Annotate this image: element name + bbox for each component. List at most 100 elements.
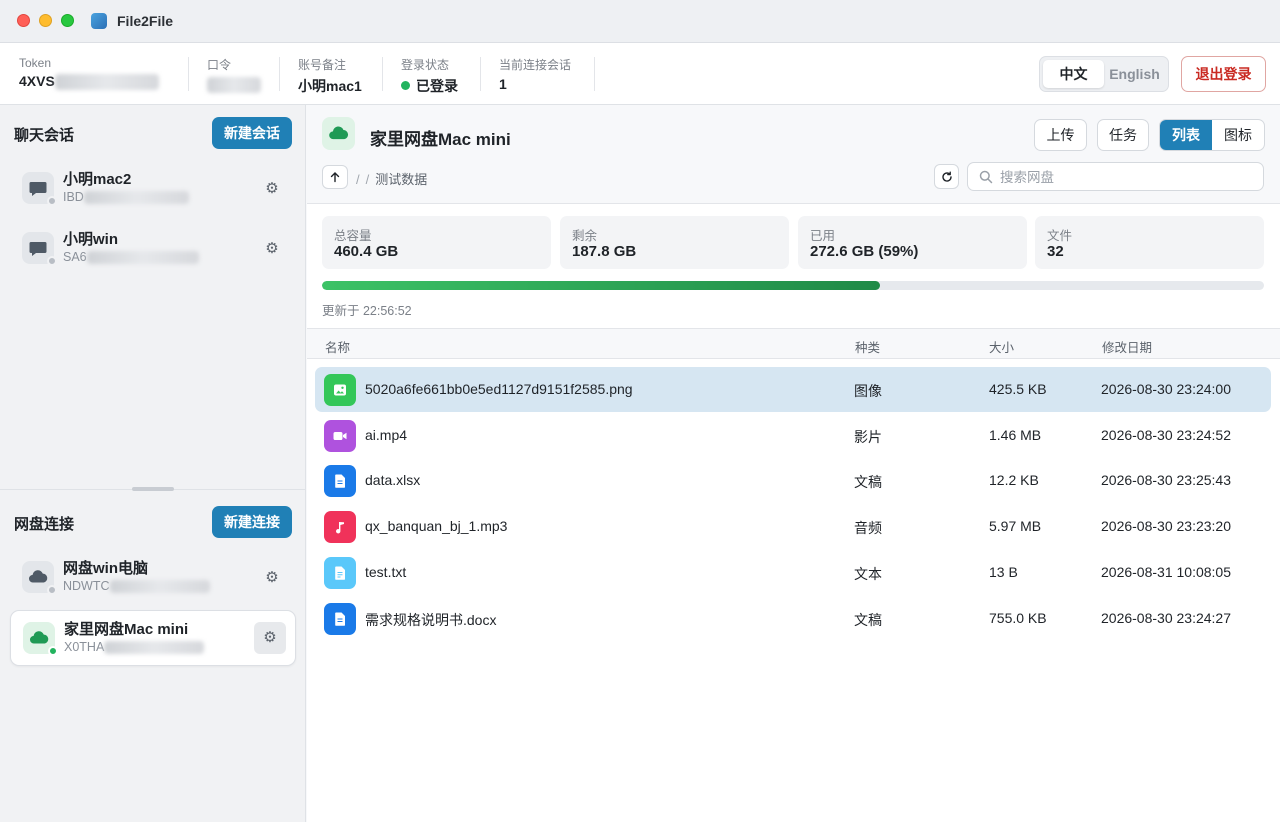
search-box — [967, 162, 1264, 191]
breadcrumb-current-folder[interactable]: 测试数据 — [375, 172, 427, 187]
cloud-icon — [23, 622, 58, 656]
search-input[interactable] — [1000, 167, 1255, 187]
note-value: 小明mac1 — [298, 78, 362, 94]
note-field: 账号备注 小明mac1 — [298, 56, 362, 96]
session-name: 小明mac2 — [63, 171, 132, 188]
cloud-icon — [22, 561, 57, 595]
column-header-name[interactable]: 名称 — [325, 337, 350, 356]
file-modified: 2026-08-31 10:08:05 — [1101, 563, 1231, 580]
chat-session-item[interactable]: 小明win SA6 ⚙ — [10, 221, 296, 277]
header-divider — [594, 57, 595, 91]
gear-icon[interactable]: ⚙ — [258, 175, 286, 203]
drive-connection-item[interactable]: 网盘win电脑 NDWTC ⚙ — [10, 550, 296, 606]
session-id: IBD — [63, 190, 84, 204]
column-header-size[interactable]: 大小 — [989, 337, 1014, 356]
drive-connections-title: 网盘连接 — [14, 516, 75, 533]
id-redaction — [83, 191, 189, 205]
document-icon — [324, 465, 356, 498]
file-kind: 音频 — [854, 520, 882, 537]
logout-button[interactable]: 退出登录 — [1181, 56, 1266, 92]
title-bar: File2File — [0, 0, 1280, 43]
parent-folder-button[interactable] — [322, 165, 348, 189]
tasks-button[interactable]: 任务 — [1097, 119, 1149, 151]
stat-file-count: 文件 32 — [1035, 216, 1264, 269]
new-connection-button[interactable]: 新建连接 — [212, 506, 292, 538]
stat-label: 已用 — [810, 229, 836, 243]
file-size: 5.97 MB — [989, 518, 1042, 535]
connection-id: X0THA — [64, 640, 105, 654]
new-session-button[interactable]: 新建会话 — [212, 117, 292, 149]
file-modified: 2026-08-30 23:24:27 — [1101, 609, 1231, 626]
file-size: 12.2 KB — [989, 472, 1039, 489]
file-row[interactable]: ai.mp4 影片 1.46 MB 2026-08-30 23:24:52 — [315, 413, 1271, 458]
online-status-dot — [401, 81, 410, 90]
grid-view-button[interactable]: 图标 — [1212, 120, 1264, 150]
chat-bubble-icon — [22, 232, 57, 266]
drive-panel: 家里网盘Mac mini 上传 任务 列表 图标 / / 测试数据 总容量 — [307, 105, 1280, 822]
stat-used-space: 已用 272.6 GB (59%) — [798, 216, 1027, 269]
close-window-button[interactable] — [17, 14, 30, 27]
file-row[interactable]: qx_banquan_bj_1.mp3 音频 5.97 MB 2026-08-30 2… — [315, 504, 1271, 549]
connection-id: NDWTC — [63, 579, 110, 593]
view-mode-switch: 列表 图标 — [1159, 119, 1265, 151]
stat-total-capacity: 总容量 460.4 GB — [322, 216, 551, 269]
file-kind: 文稿 — [854, 611, 882, 628]
breadcrumb-separator: / — [356, 172, 360, 187]
column-header-kind[interactable]: 种类 — [855, 337, 880, 356]
resize-handle[interactable] — [132, 487, 174, 491]
arrow-up-icon — [330, 172, 340, 183]
file-kind: 影片 — [854, 428, 882, 445]
chat-bubble-icon — [22, 172, 57, 206]
file-size: 425.5 KB — [989, 381, 1047, 397]
file-name: 需求规格说明书.docx — [365, 611, 497, 628]
drive-connection-item-active[interactable]: 家里网盘Mac mini X0THA ⚙ — [10, 610, 296, 666]
sessions-label: 当前连接会话 — [499, 58, 572, 72]
breadcrumb: / / 测试数据 — [356, 169, 427, 188]
text-file-icon — [324, 556, 356, 589]
refresh-button[interactable] — [934, 164, 959, 189]
zoom-window-button[interactable] — [61, 14, 74, 27]
file-size: 755.0 KB — [989, 609, 1047, 626]
token-value: 4XVS — [19, 73, 55, 89]
gear-icon[interactable]: ⚙ — [258, 235, 286, 263]
storage-usage-bar — [322, 281, 1264, 290]
file-name: test.txt — [365, 563, 407, 580]
file-row[interactable]: 需求规格说明书.docx 文稿 755.0 KB 2026-08-30 23:24:2… — [315, 596, 1271, 641]
file-modified: 2026-08-30 23:25:43 — [1101, 472, 1231, 489]
column-header-modified[interactable]: 修改日期 — [1102, 337, 1152, 356]
file-kind: 文本 — [854, 565, 882, 582]
file-row[interactable]: test.txt 文本 13 B 2026-08-31 10:08:05 — [315, 550, 1271, 595]
file-name: 5020a6fe661bb0e5ed1127d9151f2585.png — [365, 381, 633, 397]
lang-english-button[interactable]: English — [1104, 60, 1165, 88]
file-row[interactable]: 5020a6fe661bb0e5ed1127d9151f2585.png 图像 42… — [315, 367, 1271, 412]
stat-label: 剩余 — [572, 229, 598, 243]
connection-name: 家里网盘Mac mini — [64, 621, 189, 638]
stat-free-space: 剩余 187.8 GB — [560, 216, 789, 269]
header-divider — [279, 57, 280, 91]
lang-chinese-button[interactable]: 中文 — [1043, 60, 1104, 88]
sessions-value: 1 — [499, 76, 507, 92]
password-label: 口令 — [207, 58, 232, 72]
header-divider — [188, 57, 189, 91]
password-redaction — [207, 77, 261, 94]
music-note-icon — [324, 511, 356, 544]
gear-icon[interactable]: ⚙ — [254, 622, 286, 654]
gear-icon[interactable]: ⚙ — [258, 564, 286, 592]
list-view-button[interactable]: 列表 — [1160, 120, 1212, 150]
app-logo-icon — [91, 13, 107, 29]
header-divider — [382, 57, 383, 91]
file-row[interactable]: data.xlsx 文稿 12.2 KB 2026-08-30 23:25:43 — [315, 458, 1271, 503]
file-kind: 图像 — [854, 383, 882, 399]
refresh-icon — [941, 171, 952, 182]
stat-value: 460.4 GB — [334, 243, 399, 260]
minimize-window-button[interactable] — [39, 14, 52, 27]
header-divider — [480, 57, 481, 91]
breadcrumb-separator: / — [365, 172, 370, 187]
drive-toolbar: 家里网盘Mac mini 上传 任务 列表 图标 / / 测试数据 — [307, 105, 1280, 204]
app-window: File2File Token 4XVS 口令 账号备注 小明mac1 登录状态… — [0, 0, 1280, 822]
chat-session-item[interactable]: 小明mac2 IBD ⚙ — [10, 161, 296, 217]
note-label: 账号备注 — [298, 58, 347, 72]
upload-button[interactable]: 上传 — [1034, 119, 1087, 151]
image-icon — [324, 374, 356, 406]
password-field: 口令 — [207, 56, 261, 94]
